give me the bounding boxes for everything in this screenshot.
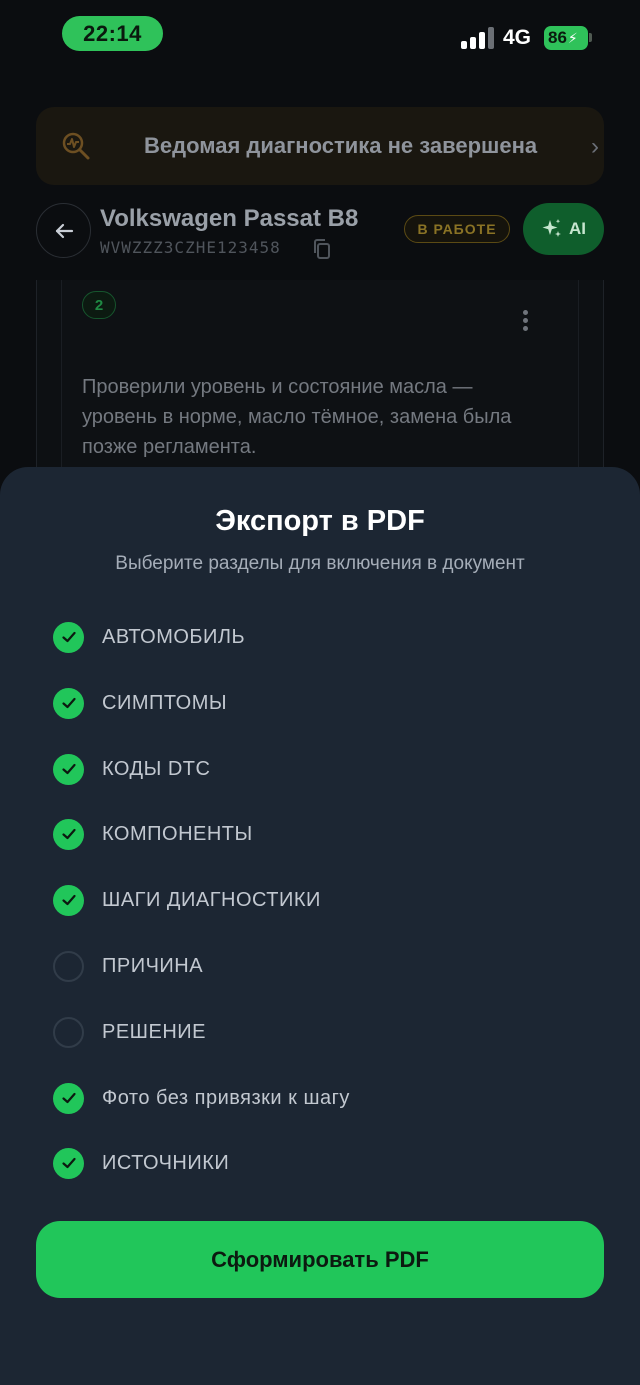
banner-text: Ведомая диагностика не завершена [144,133,538,158]
vehicle-vin: WVWZZZ3CZHE123458 [100,238,281,257]
diagnostic-banner[interactable]: Ведомая диагностика не завершена › [36,107,604,185]
arrow-left-icon [55,223,73,238]
export-option[interactable]: РЕШЕНИЕ [53,1016,206,1048]
export-option[interactable]: АВТОМОБИЛЬ [53,621,245,653]
export-option[interactable]: СИМПТОМЫ [53,687,227,719]
chevron-right-icon: › [591,133,599,160]
diagnostic-magnifier-icon [62,132,90,160]
more-options-icon[interactable] [523,310,529,334]
export-option-label: КОДЫ DTC [102,757,211,780]
ai-button-label: AI [569,219,586,238]
copy-icon[interactable] [312,238,332,260]
sheet-subtitle: Выберите разделы для включения в докумен… [115,553,525,574]
ai-button[interactable]: AI [523,203,604,255]
export-option-label: ПРИЧИНА [102,954,204,977]
export-option[interactable]: КОМПОНЕНТЫ [53,818,253,850]
export-option-label: АВТОМОБИЛЬ [102,625,246,648]
back-button[interactable] [36,203,91,258]
checkbox-checked-icon[interactable] [53,1082,84,1114]
status-badge: В РАБОТЕ [404,215,510,243]
checkbox-checked-icon[interactable] [53,753,84,785]
checkbox-checked-icon[interactable] [53,884,84,916]
export-option-label: РЕШЕНИЕ [102,1020,207,1043]
cellular-signal-icon [461,27,495,49]
checkbox-checked-icon[interactable] [53,818,84,850]
export-option[interactable]: ИСТОЧНИКИ [53,1147,229,1179]
export-option[interactable]: ШАГИ ДИАГНОСТИКИ [53,884,321,916]
export-option-label: ИСТОЧНИКИ [102,1151,230,1174]
export-option-label: Фото без привязки к шагу [102,1086,350,1109]
export-option-label: КОМПОНЕНТЫ [102,822,253,845]
export-option[interactable]: ПРИЧИНА [53,950,203,982]
vehicle-title: Volkswagen Passat B8 [100,205,359,232]
step-description: Проверили уровень и состояние масла — ур… [82,376,512,458]
sheet-title: Экспорт в PDF [215,505,425,537]
sparkle-icon [542,219,561,237]
export-option-label: СИМПТОМЫ [102,691,228,714]
step-number-badge: 2 [82,291,116,319]
checkbox-unchecked-icon[interactable] [53,950,84,982]
battery-level: 86 [548,28,567,47]
checkbox-checked-icon[interactable] [53,687,84,719]
battery-cap [589,33,592,42]
network-type: 4G [503,26,532,49]
status-bar: 22:14 4G 86 ⚡ [0,0,640,80]
charging-bolt-icon: ⚡ [567,29,578,46]
battery-icon: 86 ⚡ [544,26,588,50]
generate-pdf-button[interactable]: Сформировать PDF [36,1221,604,1298]
status-time: 22:14 [62,16,163,51]
export-option[interactable]: КОДЫ DTC [53,753,210,785]
export-option[interactable]: Фото без привязки к шагу [53,1082,350,1114]
export-option-label: ШАГИ ДИАГНОСТИКИ [102,888,321,911]
checkbox-checked-icon[interactable] [53,621,84,653]
checkbox-checked-icon[interactable] [53,1147,84,1179]
checkbox-unchecked-icon[interactable] [53,1016,84,1048]
